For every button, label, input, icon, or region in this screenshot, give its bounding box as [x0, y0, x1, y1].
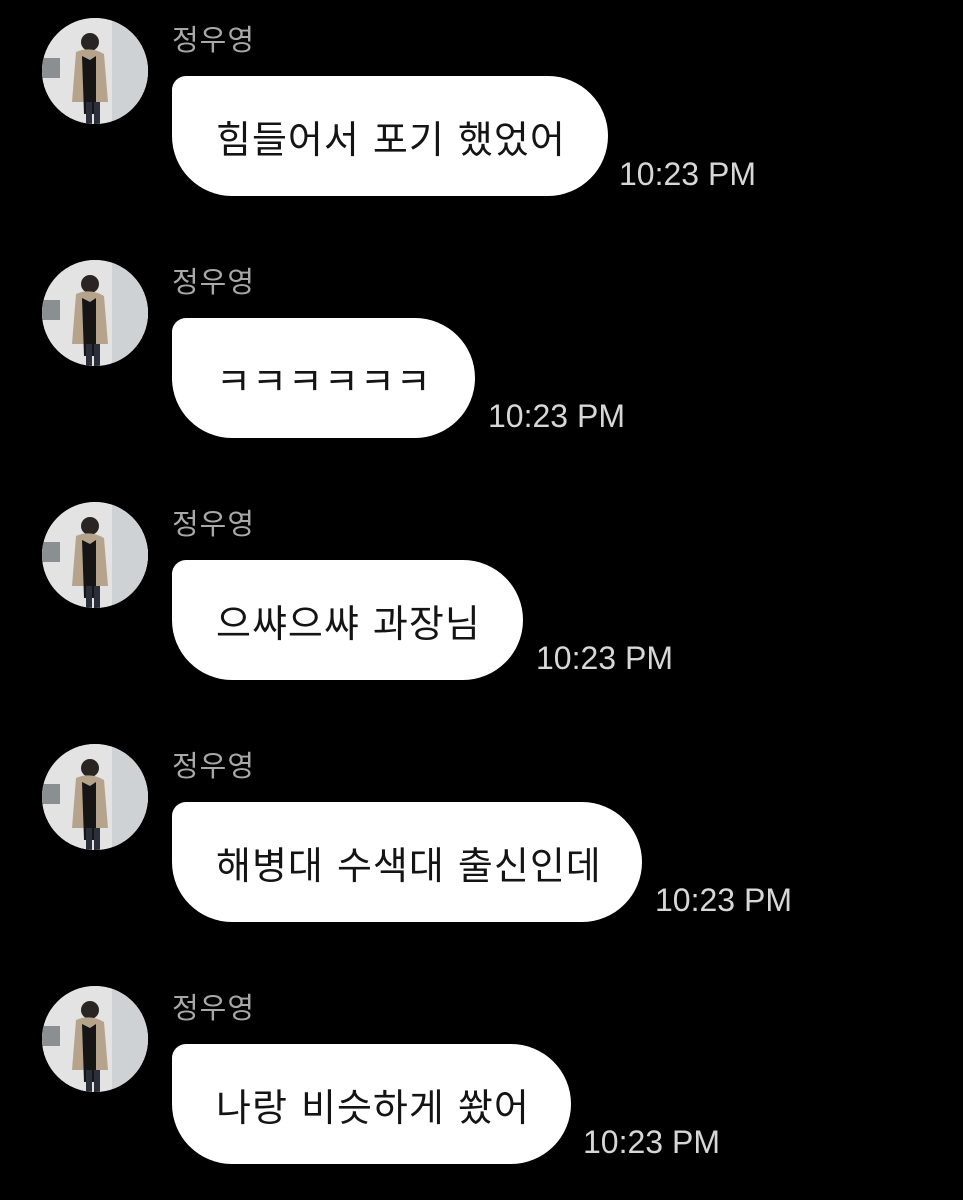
message-timestamp: 10:23 PM [655, 882, 792, 918]
message-row: 정우영 힘들어서 포기 했었어 10:23 PM [0, 0, 963, 200]
sender-name: 정우영 [172, 265, 256, 299]
message-text: 으쌰으쌰 과장님 [216, 601, 481, 646]
message-timestamp: 10:23 PM [536, 640, 673, 676]
sender-avatar[interactable] [42, 18, 148, 124]
message-timestamp: 10:23 PM [619, 156, 756, 192]
sender-avatar[interactable] [42, 502, 148, 608]
message-text: ㅋㅋㅋㅋㅋㅋ [216, 359, 432, 404]
avatar-photo-icon [42, 18, 148, 124]
message-timestamp: 10:23 PM [488, 398, 625, 434]
message-bubble[interactable]: 힘들어서 포기 했었어 [172, 76, 608, 196]
avatar-photo-icon [42, 744, 148, 850]
message-text: 해병대 수색대 출신인데 [216, 843, 602, 888]
message-bubble[interactable]: ㅋㅋㅋㅋㅋㅋ [172, 318, 475, 438]
sender-avatar[interactable] [42, 744, 148, 850]
avatar-photo-icon [42, 260, 148, 366]
message-bubble[interactable]: 해병대 수색대 출신인데 [172, 802, 642, 922]
sender-avatar[interactable] [42, 260, 148, 366]
message-row: 정우영 으쌰으쌰 과장님 10:23 PM [0, 484, 963, 684]
avatar-photo-icon [42, 986, 148, 1092]
sender-name: 정우영 [172, 507, 256, 541]
message-text: 나랑 비슷하게 쐈어 [216, 1085, 530, 1130]
avatar-photo-icon [42, 502, 148, 608]
sender-name: 정우영 [172, 749, 256, 783]
message-bubble[interactable]: 나랑 비슷하게 쐈어 [172, 1044, 571, 1164]
sender-avatar[interactable] [42, 986, 148, 1092]
sender-name: 정우영 [172, 23, 256, 57]
message-row: 정우영 나랑 비슷하게 쐈어 10:23 PM [0, 968, 963, 1168]
message-bubble[interactable]: 으쌰으쌰 과장님 [172, 560, 523, 680]
message-timestamp: 10:23 PM [583, 1124, 720, 1160]
sender-name: 정우영 [172, 991, 256, 1025]
message-text: 힘들어서 포기 했었어 [216, 117, 566, 162]
message-row: 정우영 해병대 수색대 출신인데 10:23 PM [0, 726, 963, 926]
message-row: 정우영 ㅋㅋㅋㅋㅋㅋ 10:23 PM [0, 242, 963, 442]
chat-message-list[interactable]: 정우영 힘들어서 포기 했었어 10:23 PM 정우영 ㅋㅋㅋㅋㅋㅋ 10:2… [0, 0, 963, 1200]
